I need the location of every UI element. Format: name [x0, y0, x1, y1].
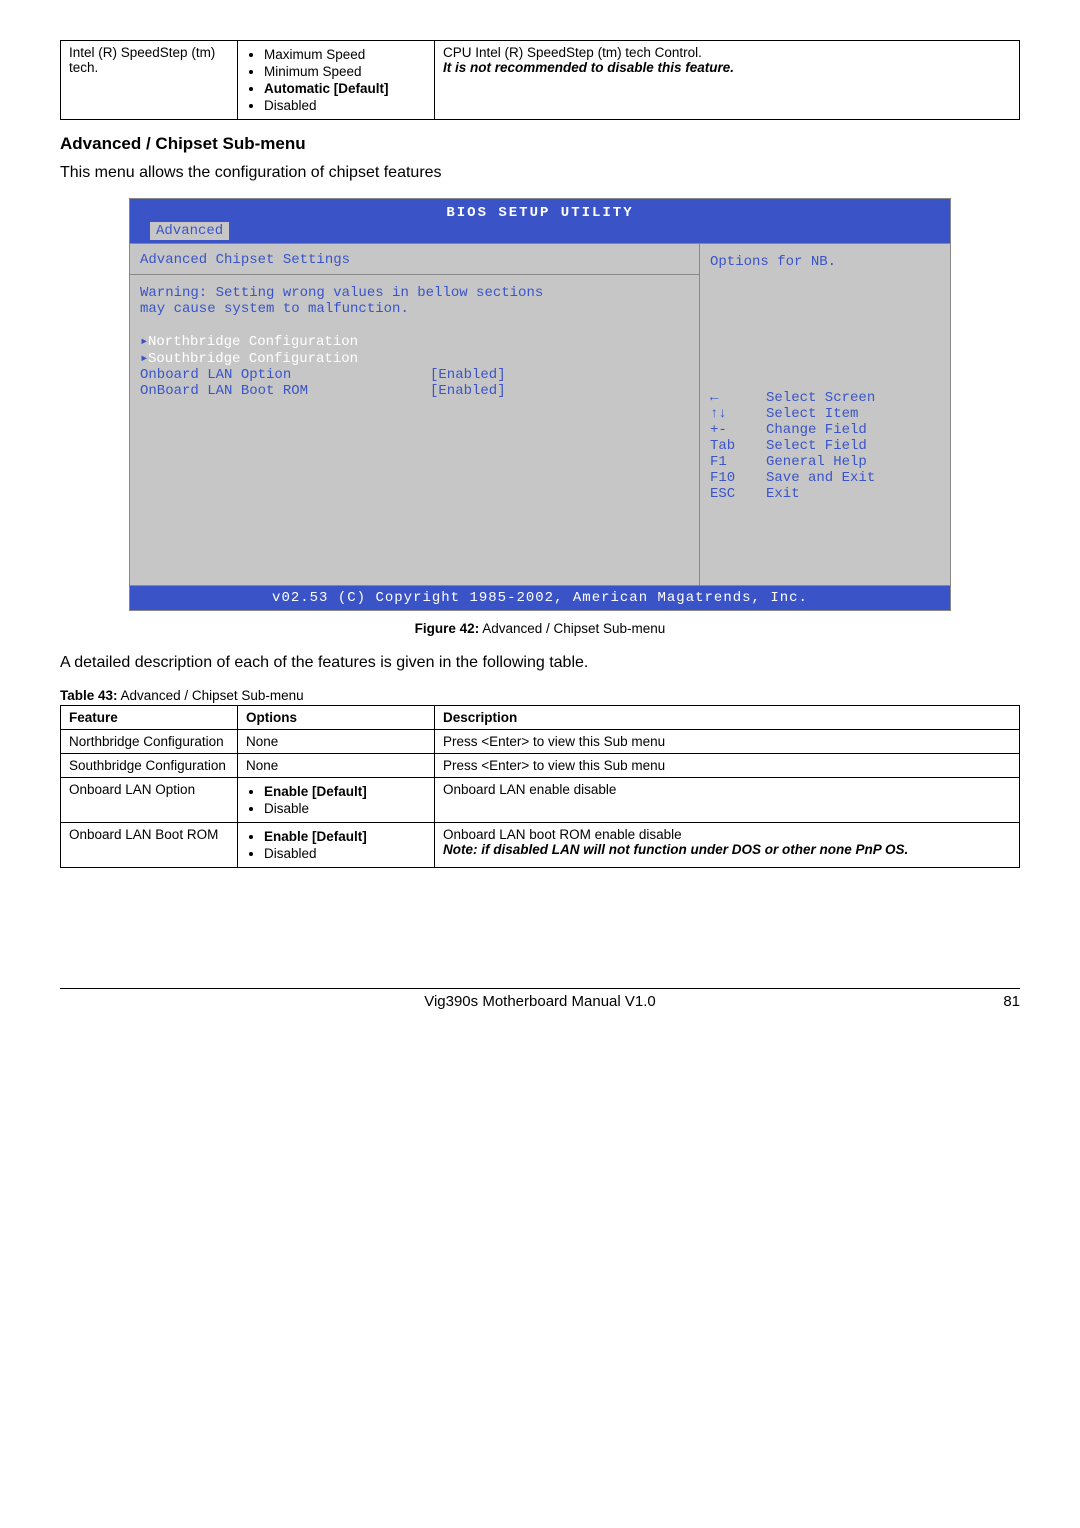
- figure-text: Advanced / Chipset Sub-menu: [479, 621, 665, 636]
- t43-r2-opt-1: Disable: [264, 801, 426, 816]
- speedstep-desc: CPU Intel (R) SpeedStep (tm) tech Contro…: [435, 41, 1020, 120]
- t43-r2-opt-0: Enable [Default]: [264, 784, 426, 799]
- speedstep-desc-l1: CPU Intel (R) SpeedStep (tm) tech Contro…: [443, 45, 702, 60]
- bios-right-pane: Options for NB. ←Select Screen ↑↓Select …: [700, 243, 950, 586]
- desc-paragraph: A detailed description of each of the fe…: [60, 654, 1020, 672]
- bios-key-desc: Save and Exit: [766, 470, 875, 486]
- bios-key: Tab: [710, 438, 766, 454]
- t43-r2-options: Enable [Default] Disable: [238, 778, 435, 823]
- bios-key: F10: [710, 470, 766, 486]
- bios-screenshot: BIOS SETUP UTILITY Advanced Advanced Chi…: [129, 198, 951, 611]
- bios-key-desc: Change Field: [766, 422, 867, 438]
- t43-r3-desc: Onboard LAN boot ROM enable disable Note…: [435, 823, 1020, 868]
- speedstep-opt-3: Disabled: [264, 98, 426, 113]
- t43-r3-desc-l1: Onboard LAN boot ROM enable disable: [443, 827, 682, 842]
- bios-key-desc: Select Field: [766, 438, 867, 454]
- bios-key: ESC: [710, 486, 766, 502]
- footer-page-number: 81: [960, 993, 1020, 1010]
- t43-r3-desc-note: Note: if disabled LAN will not function …: [443, 842, 908, 857]
- bios-field-label: OnBoard LAN Boot ROM: [140, 383, 430, 399]
- triangle-icon: ▸: [140, 333, 148, 350]
- bios-key: ↑↓: [710, 406, 766, 422]
- table-row: Onboard LAN Boot ROM Enable [Default] Di…: [61, 823, 1020, 868]
- table43-header-options: Options: [238, 706, 435, 730]
- table-row: Onboard LAN Option Enable [Default] Disa…: [61, 778, 1020, 823]
- table43-label: Table 43:: [60, 688, 118, 703]
- speedstep-opt-1: Minimum Speed: [264, 64, 426, 79]
- bios-warning-l2: may cause system to malfunction.: [140, 301, 689, 317]
- bios-submenu-1-label: Southbridge Configuration: [148, 351, 358, 367]
- bios-section-title: Advanced Chipset Settings: [130, 244, 699, 275]
- t43-r1-desc: Press <Enter> to view this Sub menu: [435, 754, 1020, 778]
- speedstep-opt-0: Maximum Speed: [264, 47, 426, 62]
- bios-field-value: [Enabled]: [430, 367, 506, 383]
- t43-r0-feature: Northbridge Configuration: [61, 730, 238, 754]
- t43-r3-opt-1: Disabled: [264, 846, 426, 861]
- bios-left-pane: Advanced Chipset Settings Warning: Setti…: [130, 243, 700, 586]
- table43-header-feature: Feature: [61, 706, 238, 730]
- bios-field-label: Onboard LAN Option: [140, 367, 430, 383]
- t43-r3-feature: Onboard LAN Boot ROM: [61, 823, 238, 868]
- footer-title: Vig390s Motherboard Manual V1.0: [120, 993, 960, 1010]
- table43: Feature Options Description Northbridge …: [60, 705, 1020, 868]
- figure-caption: Figure 42: Advanced / Chipset Sub-menu: [60, 621, 1020, 636]
- triangle-icon: ▸: [140, 350, 148, 367]
- t43-r2-desc: Onboard LAN enable disable: [435, 778, 1020, 823]
- bios-field-onboard-lan-boot-rom: OnBoard LAN Boot ROM [Enabled]: [140, 383, 689, 399]
- bios-tab-advanced: Advanced: [150, 222, 229, 240]
- table43-header-description: Description: [435, 706, 1020, 730]
- bios-submenu-southbridge: ▸Southbridge Configuration: [140, 350, 689, 367]
- speedstep-table: Intel (R) SpeedStep (tm) tech. Maximum S…: [60, 40, 1020, 120]
- section-heading: Advanced / Chipset Sub-menu: [60, 134, 1020, 154]
- table-row: Northbridge Configuration None Press <En…: [61, 730, 1020, 754]
- bios-key-desc: General Help: [766, 454, 867, 470]
- speedstep-desc-l2: It is not recommended to disable this fe…: [443, 60, 734, 75]
- t43-r2-feature: Onboard LAN Option: [61, 778, 238, 823]
- table43-caption: Table 43: Advanced / Chipset Sub-menu: [60, 688, 1020, 703]
- page-footer: Vig390s Motherboard Manual V1.0 81: [60, 988, 1020, 1010]
- t43-r1-options: None: [238, 754, 435, 778]
- t43-r3-opt-0: Enable [Default]: [264, 829, 426, 844]
- bios-key-desc: Select Screen: [766, 390, 875, 406]
- t43-r3-options: Enable [Default] Disabled: [238, 823, 435, 868]
- table-row: Southbridge Configuration None Press <En…: [61, 754, 1020, 778]
- bios-help-title: Options for NB.: [710, 254, 940, 270]
- t43-r1-feature: Southbridge Configuration: [61, 754, 238, 778]
- bios-key: F1: [710, 454, 766, 470]
- speedstep-options: Maximum Speed Minimum Speed Automatic [D…: [238, 41, 435, 120]
- bios-footer: v02.53 (C) Copyright 1985-2002, American…: [130, 586, 950, 610]
- bios-tabs: Advanced: [130, 223, 950, 243]
- bios-title: BIOS SETUP UTILITY: [130, 199, 950, 223]
- t43-r0-options: None: [238, 730, 435, 754]
- t43-r0-desc: Press <Enter> to view this Sub menu: [435, 730, 1020, 754]
- section-intro: This menu allows the configuration of ch…: [60, 164, 1020, 182]
- bios-field-onboard-lan-option: Onboard LAN Option [Enabled]: [140, 367, 689, 383]
- speedstep-opt-2: Automatic [Default]: [264, 81, 426, 96]
- bios-warning-l1: Warning: Setting wrong values in bellow …: [140, 285, 689, 301]
- bios-key: ←: [710, 390, 766, 406]
- bios-submenu-0-label: Northbridge Configuration: [148, 334, 358, 350]
- figure-label: Figure 42:: [415, 621, 480, 636]
- table43-text: Advanced / Chipset Sub-menu: [118, 688, 304, 703]
- bios-key: +-: [710, 422, 766, 438]
- bios-key-hints: ←Select Screen ↑↓Select Item +-Change Fi…: [710, 390, 940, 502]
- bios-field-value: [Enabled]: [430, 383, 506, 399]
- bios-key-desc: Select Item: [766, 406, 858, 422]
- speedstep-feature: Intel (R) SpeedStep (tm) tech.: [61, 41, 238, 120]
- bios-key-desc: Exit: [766, 486, 800, 502]
- bios-submenu-northbridge: ▸Northbridge Configuration: [140, 333, 689, 350]
